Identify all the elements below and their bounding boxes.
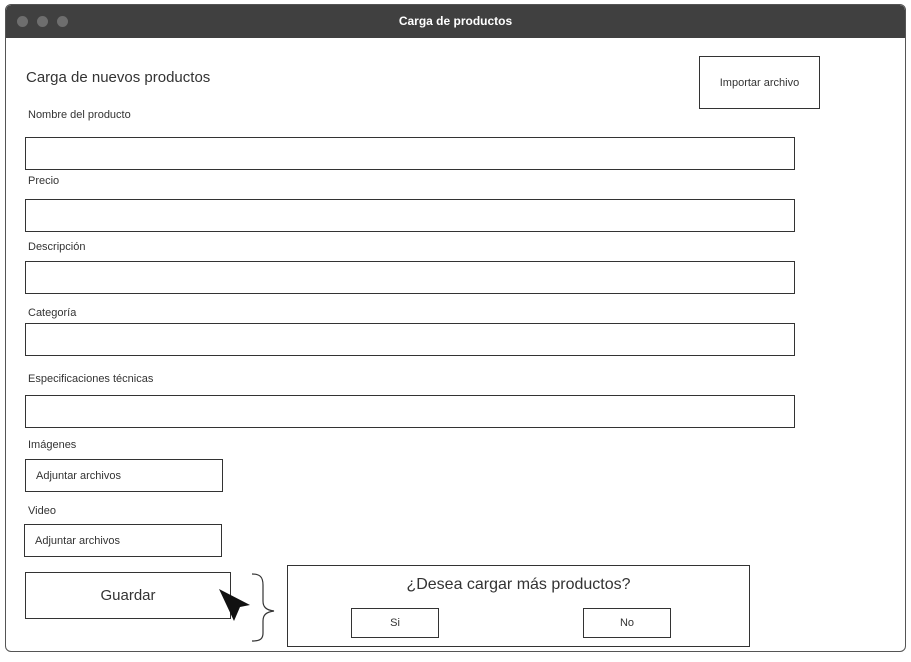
- price-field[interactable]: [25, 199, 795, 232]
- category-label: Categoría: [28, 307, 77, 319]
- category-field[interactable]: [25, 323, 795, 356]
- product-name-field[interactable]: [25, 137, 795, 170]
- window-title: Carga de productos: [398, 14, 513, 28]
- technical-specs-label: Especificaciones técnicas: [28, 373, 154, 385]
- description-field[interactable]: [25, 261, 795, 294]
- save-button[interactable]: Guardar: [25, 572, 231, 619]
- images-label: Imágenes: [28, 439, 77, 451]
- video-label: Video: [28, 505, 56, 517]
- yes-button[interactable]: Si: [351, 608, 439, 638]
- attach-video-button[interactable]: Adjuntar archivos: [24, 524, 222, 557]
- title-bar: Carga de productos: [6, 5, 905, 38]
- brace-connector-icon: [251, 573, 275, 642]
- page-title: Carga de nuevos productos: [26, 69, 211, 86]
- app-window: Carga de productos Carga de nuevos produ…: [5, 4, 906, 652]
- add-more-products-dialog: ¿Desea cargar más productos? Si No: [287, 565, 750, 647]
- dialog-question: ¿Desea cargar más productos?: [406, 576, 631, 593]
- technical-specs-field[interactable]: [25, 395, 795, 428]
- price-label: Precio: [28, 175, 60, 187]
- product-name-label: Nombre del producto: [28, 109, 131, 121]
- no-button[interactable]: No: [583, 608, 671, 638]
- description-label: Descripción: [28, 241, 86, 253]
- import-file-button[interactable]: Importar archivo: [699, 56, 820, 109]
- attach-images-button[interactable]: Adjuntar archivos: [25, 459, 223, 492]
